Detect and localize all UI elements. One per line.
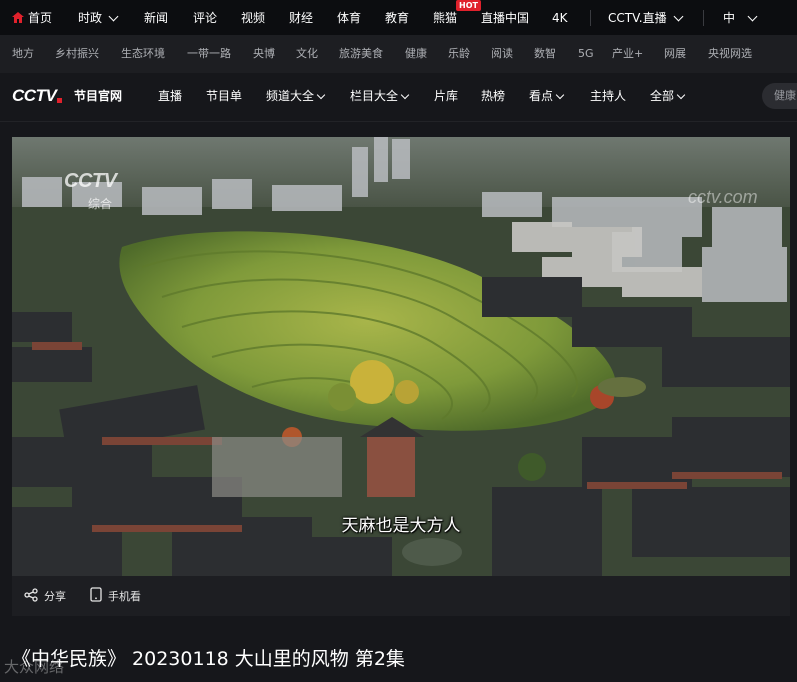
top-nav-news[interactable]: 新闻 xyxy=(144,0,168,35)
cctv-watermark: CCTV xyxy=(64,170,117,192)
nav-highlights-label: 看点 xyxy=(529,89,554,103)
hot-badge: HOT xyxy=(456,0,481,11)
nav-schedule-label: 节目单 xyxy=(206,89,243,103)
logo-dot xyxy=(57,97,63,103)
cctv-logo-text: CCTV xyxy=(12,86,57,105)
top-nav-sports-label: 体育 xyxy=(337,11,362,25)
chevron-down-icon xyxy=(316,90,326,99)
nav-hot-label: 热榜 xyxy=(481,89,506,103)
player-action-bar: 分享 手机看 xyxy=(12,576,790,616)
nav-columns[interactable]: 栏目大全 xyxy=(350,73,410,119)
top-nav-cctv-live-label: CCTV.直播 xyxy=(608,11,667,25)
top-nav-home[interactable]: 首页 xyxy=(12,0,52,35)
divider xyxy=(0,121,797,122)
chevron-down-icon xyxy=(673,11,684,21)
top-nav-comment[interactable]: 评论 xyxy=(193,0,217,35)
nav-columns-label: 栏目大全 xyxy=(350,89,399,103)
top-nav-finance-label: 财经 xyxy=(289,11,314,25)
top-nav-language[interactable]: 中 xyxy=(723,0,758,35)
logo-subtitle[interactable]: 节目官网 xyxy=(74,87,122,104)
share-icon xyxy=(24,587,38,605)
top-nav: 首页 时政 新闻 评论 视频 财经 体育 教育 熊猫 HOT 直播中国 4K C… xyxy=(0,0,797,35)
phone-icon xyxy=(90,587,102,605)
nav-hot[interactable]: 热榜 xyxy=(481,73,505,119)
sub-nav-item[interactable]: 文化 xyxy=(296,35,318,73)
top-nav-4k[interactable]: 4K xyxy=(552,0,568,35)
top-nav-panda-label: 熊猫 xyxy=(433,11,458,25)
top-nav-finance[interactable]: 财经 xyxy=(289,0,313,35)
sub-nav: 地方 乡村振兴 生态环境 一带一路 央博 文化 旅游美食 健康 乐龄 阅读 数智… xyxy=(0,35,797,73)
sub-nav-item[interactable]: 一带一路 xyxy=(187,35,231,73)
chevron-down-icon xyxy=(400,90,410,99)
top-nav-education[interactable]: 教育 xyxy=(385,0,409,35)
sub-nav-item[interactable]: 网展 xyxy=(664,35,686,73)
top-nav-comment-label: 评论 xyxy=(193,11,218,25)
sub-nav-item[interactable]: 地方 xyxy=(12,35,34,73)
sub-nav-item[interactable]: 乡村振兴 xyxy=(55,35,99,73)
chevron-down-icon xyxy=(108,11,119,21)
sub-nav-item[interactable]: 央博 xyxy=(253,35,275,73)
nav-live[interactable]: 直播 xyxy=(158,73,182,119)
top-nav-video-label: 视频 xyxy=(241,11,266,25)
nav-all[interactable]: 全部 xyxy=(650,73,686,119)
top-nav-politics-label: 时政 xyxy=(78,11,103,25)
sub-nav-item[interactable]: 乐龄 xyxy=(448,35,470,73)
nav-library[interactable]: 片库 xyxy=(434,73,458,119)
chevron-down-icon xyxy=(555,90,565,99)
share-button[interactable]: 分享 xyxy=(24,576,66,616)
sub-nav-item[interactable]: 阅读 xyxy=(491,35,513,73)
nav-channels[interactable]: 频道大全 xyxy=(266,73,326,119)
video-title: 《中华民族》 20230118 大山里的风物 第2集 xyxy=(12,648,405,670)
corner-watermark: 大众网络 xyxy=(4,658,65,676)
sub-nav-item[interactable]: 健康 xyxy=(405,35,427,73)
video-player[interactable]: CCTV 综合 cctv.com 天麻也是大方人 xyxy=(12,137,790,576)
nav-schedule[interactable]: 节目单 xyxy=(206,73,242,119)
sub-nav-item[interactable]: 生态环境 xyxy=(121,35,165,73)
top-nav-cctv-live[interactable]: CCTV.直播 xyxy=(608,0,684,35)
share-label: 分享 xyxy=(44,590,66,603)
top-nav-panda[interactable]: 熊猫 xyxy=(433,0,457,35)
top-nav-politics[interactable]: 时政 xyxy=(78,0,119,35)
top-nav-live-china[interactable]: 直播中国 xyxy=(481,0,529,35)
search-input[interactable]: 健康 xyxy=(762,83,797,109)
top-nav-live-china-label: 直播中国 xyxy=(481,11,530,25)
sub-nav-item[interactable]: 旅游美食 xyxy=(339,35,383,73)
sub-nav-item[interactable]: 5G xyxy=(578,35,594,73)
sub-nav-item[interactable]: 产业+ xyxy=(612,35,643,73)
site-watermark: cctv.com xyxy=(688,187,758,207)
nav-highlights[interactable]: 看点 xyxy=(529,73,565,119)
channel-watermark: 综合 xyxy=(88,197,113,211)
sub-nav-item[interactable]: 数智 xyxy=(534,35,556,73)
nav-live-label: 直播 xyxy=(158,89,183,103)
home-icon xyxy=(12,12,24,23)
divider xyxy=(703,10,704,26)
top-nav-education-label: 教育 xyxy=(385,11,410,25)
nav-channels-label: 频道大全 xyxy=(266,89,315,103)
nav-hosts[interactable]: 主持人 xyxy=(590,73,626,119)
divider xyxy=(590,10,591,26)
top-nav-language-label: 中 xyxy=(723,11,736,25)
nav-hosts-label: 主持人 xyxy=(590,89,627,103)
top-nav-video[interactable]: 视频 xyxy=(241,0,265,35)
top-nav-sports[interactable]: 体育 xyxy=(337,0,361,35)
chevron-down-icon xyxy=(747,11,758,21)
chevron-down-icon xyxy=(676,90,686,99)
mobile-watch-button[interactable]: 手机看 xyxy=(90,576,141,616)
mobile-watch-label: 手机看 xyxy=(108,590,141,603)
cctv-logo[interactable]: CCTV xyxy=(12,86,63,106)
top-nav-news-label: 新闻 xyxy=(144,11,169,25)
nav-all-label: 全部 xyxy=(650,89,675,103)
sub-nav-item[interactable]: 央视网选 xyxy=(708,35,752,73)
main-nav: CCTV 节目官网 直播 节目单 频道大全 栏目大全 片库 热榜 看点 主持人 … xyxy=(0,73,797,121)
nav-library-label: 片库 xyxy=(434,89,459,103)
video-subtitle: 天麻也是大方人 xyxy=(341,516,461,536)
top-nav-4k-label: 4K xyxy=(552,10,568,25)
top-nav-home-label: 首页 xyxy=(28,11,53,25)
